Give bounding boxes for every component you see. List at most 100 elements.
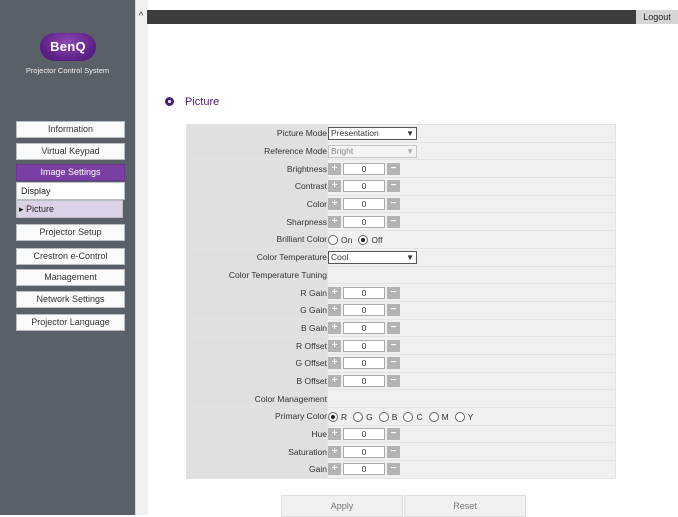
g-offset-value[interactable]: 0 — [343, 357, 385, 370]
row-hue: Hue +0− — [186, 424, 616, 444]
plus-icon[interactable]: + — [328, 339, 341, 352]
row-saturation: Saturation +0− — [186, 442, 616, 462]
primary-color-b-radio[interactable] — [378, 411, 389, 422]
color-temperature-label: Color Temperature — [186, 247, 328, 267]
brilliant-color-radio-group: On Off — [328, 234, 389, 245]
reference-mode-select: Bright ▼ — [328, 144, 417, 158]
sidebar-item-image-settings[interactable]: Image Settings — [16, 164, 125, 181]
reset-button[interactable]: Reset — [404, 495, 526, 517]
minus-icon[interactable]: − — [387, 339, 400, 352]
saturation-stepper: +0− — [328, 445, 400, 458]
r-offset-label: R Offset — [186, 336, 328, 355]
primary-color-r-radio[interactable] — [328, 411, 338, 422]
brilliant-color-label: Brilliant Color — [186, 230, 328, 249]
primary-color-r-label: R — [341, 411, 348, 422]
row-brightness: Brightness +0− — [186, 159, 616, 179]
chevron-up-icon[interactable]: ^ — [136, 12, 146, 22]
brilliant-color-off-radio[interactable] — [358, 234, 369, 245]
minus-icon[interactable]: − — [387, 198, 400, 211]
hue-value[interactable]: 0 — [343, 428, 385, 441]
gain-value[interactable]: 0 — [343, 463, 385, 476]
row-b-gain: B Gain +0− — [186, 318, 616, 338]
saturation-label: Saturation — [186, 442, 328, 462]
plus-icon[interactable]: + — [328, 180, 341, 193]
minus-icon[interactable]: − — [387, 445, 400, 458]
primary-color-y-radio[interactable] — [454, 411, 465, 422]
primary-color-m-radio[interactable] — [428, 411, 439, 422]
picture-mode-select[interactable]: Presentation ▼ — [328, 126, 417, 140]
g-gain-value[interactable]: 0 — [343, 304, 385, 317]
sidebar-subitem-picture-label: Picture — [26, 204, 55, 214]
brilliant-color-off-label: Off — [371, 234, 383, 245]
color-temperature-select[interactable]: Cool ▼ — [328, 250, 417, 264]
row-sharpness: Sharpness +0− — [186, 212, 616, 232]
contrast-value[interactable]: 0 — [343, 180, 385, 193]
sidebar-item-projector-language[interactable]: Projector Language — [16, 314, 125, 331]
color-value[interactable]: 0 — [343, 198, 385, 211]
b-offset-value[interactable]: 0 — [343, 374, 385, 387]
g-offset-stepper: +0− — [328, 357, 400, 370]
minus-icon[interactable]: − — [387, 321, 400, 334]
plus-icon[interactable]: + — [328, 321, 341, 334]
plus-icon[interactable]: + — [328, 463, 341, 476]
b-gain-value[interactable]: 0 — [343, 321, 385, 334]
chevron-down-icon: ▼ — [406, 252, 414, 262]
picture-settings-table: Picture Mode Presentation ▼ Reference Mod… — [186, 124, 616, 479]
brilliant-color-on-label: On — [341, 234, 353, 245]
row-gain: Gain +0− — [186, 460, 616, 479]
brilliant-color-on-radio[interactable] — [328, 234, 338, 245]
caret-right-icon: ▸ — [19, 204, 27, 214]
minus-icon[interactable]: − — [387, 286, 400, 299]
primary-color-g-radio[interactable] — [353, 411, 364, 422]
minus-icon[interactable]: − — [387, 180, 400, 193]
minus-icon[interactable]: − — [387, 162, 400, 175]
page-title: Picture — [185, 96, 220, 108]
hue-label: Hue — [186, 424, 328, 444]
sidebar-subitem-picture[interactable]: ▸ Picture — [16, 200, 123, 218]
primary-color-c-radio[interactable] — [403, 411, 414, 422]
sidebar-item-information[interactable]: Information — [16, 121, 125, 138]
sharpness-value[interactable]: 0 — [343, 215, 385, 228]
apply-button[interactable]: Apply — [281, 495, 403, 517]
plus-icon[interactable]: + — [328, 428, 341, 441]
r-offset-stepper: +0− — [328, 339, 400, 352]
minus-icon[interactable]: − — [387, 215, 400, 228]
sidebar-item-virtual-keypad[interactable]: Virtual Keypad — [16, 143, 125, 160]
sidebar: BenQ Projector Control System Informatio… — [0, 0, 135, 515]
primary-color-b-label: B — [391, 411, 398, 422]
minus-icon[interactable]: − — [387, 374, 400, 387]
plus-icon[interactable]: + — [328, 286, 341, 299]
plus-icon[interactable]: + — [328, 357, 341, 370]
plus-icon[interactable]: + — [328, 162, 341, 175]
sidebar-subitem-display[interactable]: Display — [16, 182, 125, 200]
contrast-label: Contrast — [186, 177, 328, 196]
color-stepper: +0− — [328, 198, 400, 211]
plus-icon[interactable]: + — [328, 215, 341, 228]
brightness-value[interactable]: 0 — [343, 162, 385, 175]
sidebar-item-crestron[interactable]: Crestron e-Control — [16, 248, 125, 265]
hue-stepper: +0− — [328, 428, 400, 441]
plus-icon[interactable]: + — [328, 374, 341, 387]
logout-button[interactable]: Logout — [636, 10, 678, 24]
color-label: Color — [186, 194, 328, 214]
r-gain-value[interactable]: 0 — [343, 286, 385, 299]
minus-icon[interactable]: − — [387, 304, 400, 317]
saturation-value[interactable]: 0 — [343, 445, 385, 458]
plus-icon[interactable]: + — [328, 304, 341, 317]
minus-icon[interactable]: − — [387, 428, 400, 441]
primary-color-c-label: C — [416, 411, 423, 422]
plus-icon[interactable]: + — [328, 198, 341, 211]
brightness-stepper: +0− — [328, 162, 400, 175]
r-offset-value[interactable]: 0 — [343, 339, 385, 352]
g-offset-label: G Offset — [186, 353, 328, 373]
color-management-label: Color Management — [186, 389, 328, 408]
primary-color-m-label: M — [441, 411, 449, 422]
gain-stepper: +0− — [328, 463, 400, 476]
minus-icon[interactable]: − — [387, 463, 400, 476]
plus-icon[interactable]: + — [328, 445, 341, 458]
sidebar-item-network-settings[interactable]: Network Settings — [16, 291, 125, 308]
sidebar-item-management[interactable]: Management — [16, 269, 125, 286]
minus-icon[interactable]: − — [387, 357, 400, 370]
sidebar-item-projector-setup[interactable]: Projector Setup — [16, 224, 125, 241]
sidebar-toggle-strip[interactable] — [135, 0, 148, 515]
